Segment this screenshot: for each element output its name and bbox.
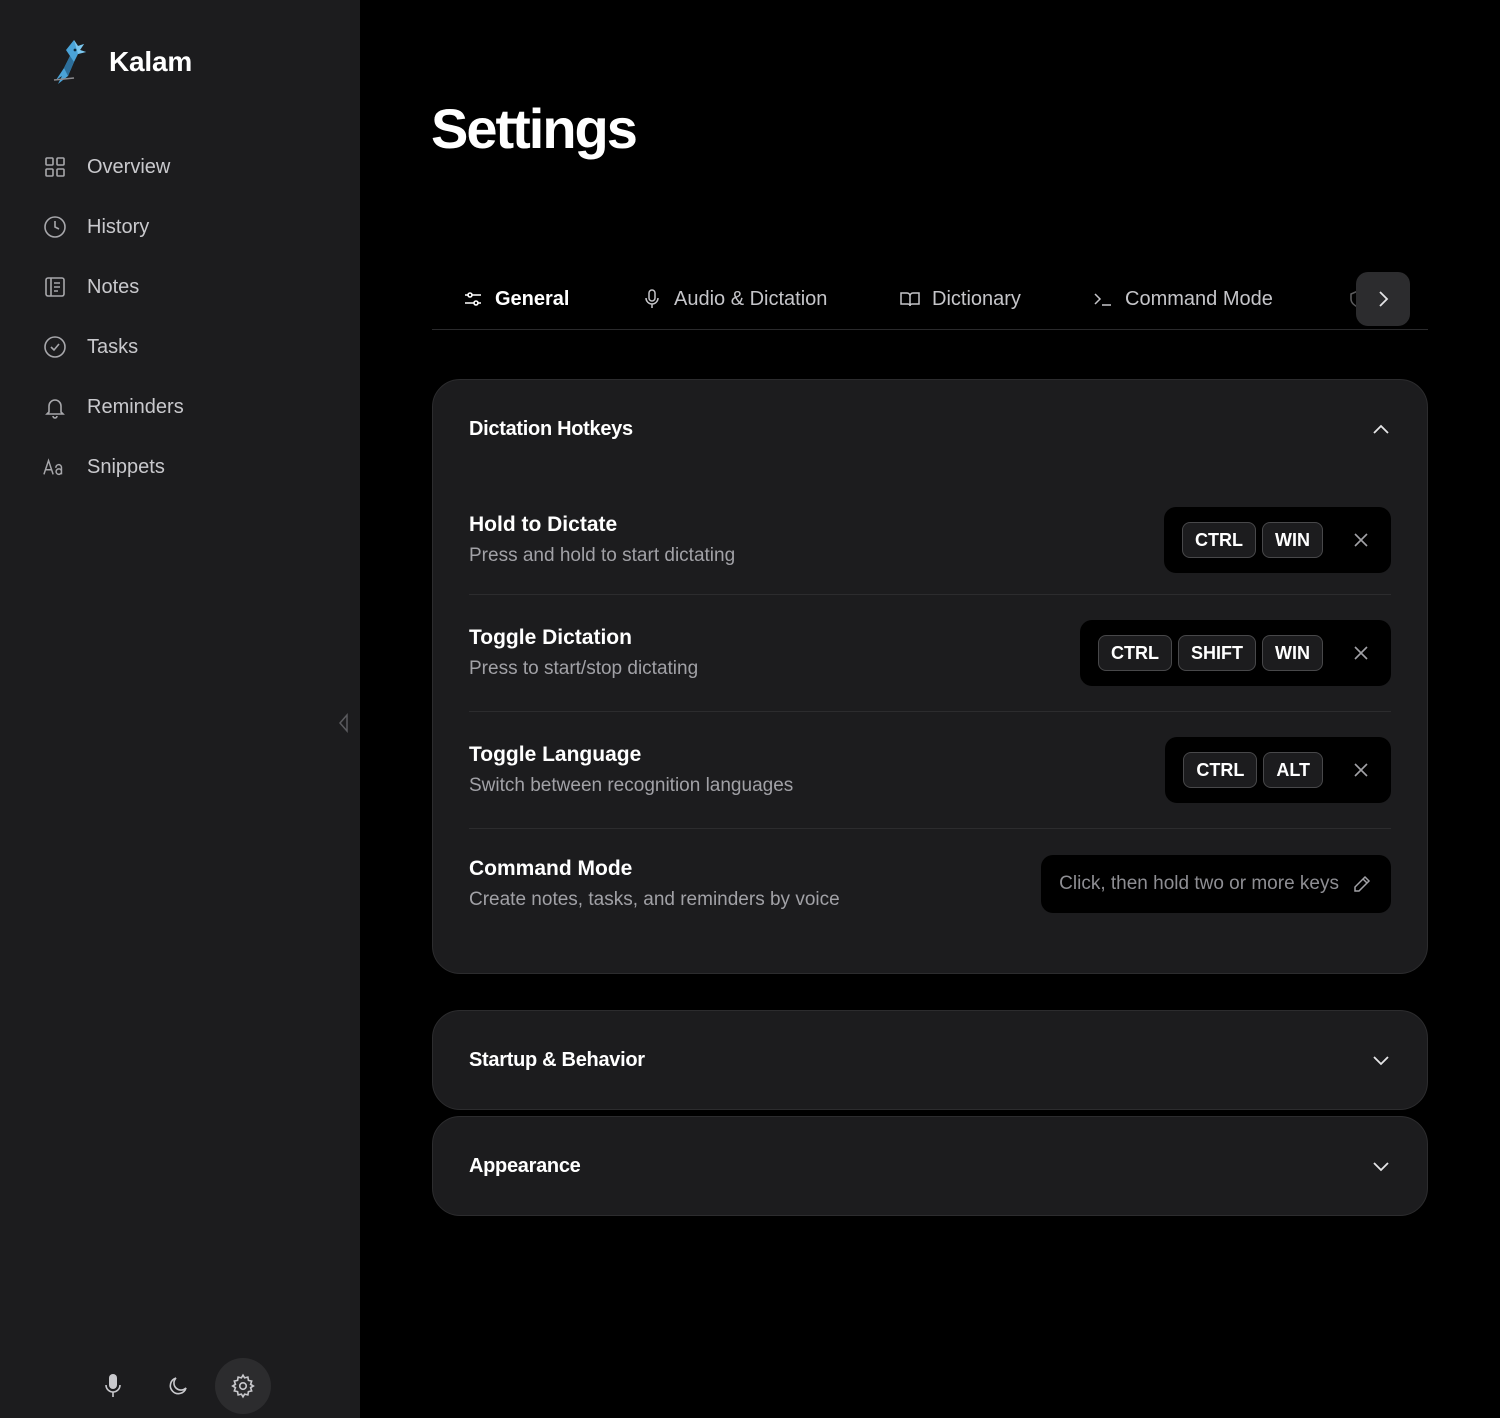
dictation-hotkeys-header[interactable]: Dictation Hotkeys xyxy=(433,380,1427,478)
appearance-card: Appearance xyxy=(432,1116,1428,1216)
hotkey-rows: Hold to Dictate Press and hold to start … xyxy=(433,478,1427,939)
sidebar-item-notes[interactable]: Notes xyxy=(0,257,360,317)
close-icon[interactable] xyxy=(1349,528,1373,552)
settings-button[interactable] xyxy=(215,1358,271,1414)
moon-icon xyxy=(169,1377,187,1395)
sidebar-item-history[interactable]: History xyxy=(0,197,360,257)
key-badge: CTRL xyxy=(1183,752,1258,788)
chevron-down-icon xyxy=(1371,1050,1391,1070)
sidebar-item-snippets[interactable]: Snippets xyxy=(0,437,360,497)
tab-audio-dictation[interactable]: Audio & Dictation xyxy=(642,268,828,329)
sidebar-nav: Overview History Notes Tasks Reminders S… xyxy=(0,137,360,497)
chevron-down-icon xyxy=(1371,1156,1391,1176)
row-description: Press and hold to start dictating xyxy=(469,545,736,566)
hotkey-row-command-mode: Command Mode Create notes, tasks, and re… xyxy=(469,829,1391,939)
hotkey-recorder[interactable]: CTRL WIN xyxy=(1164,507,1391,573)
close-icon[interactable] xyxy=(1349,641,1373,665)
row-title: Toggle Language xyxy=(469,743,642,766)
grid-icon xyxy=(43,155,67,179)
sidebar-item-tasks[interactable]: Tasks xyxy=(0,317,360,377)
row-title: Toggle Dictation xyxy=(469,626,632,649)
page-title: Settings xyxy=(431,97,638,160)
notebook-icon xyxy=(43,275,67,299)
settings-tabs: General Audio & Dictation Dictionary Com… xyxy=(432,268,1428,330)
text-case-icon xyxy=(43,455,67,479)
tab-label: General xyxy=(495,287,570,310)
row-text: Hold to Dictate Press and hold to start … xyxy=(469,513,735,567)
key-badge: WIN xyxy=(1262,522,1323,558)
close-icon[interactable] xyxy=(1349,758,1373,782)
tab-general[interactable]: General xyxy=(432,268,603,329)
row-title: Command Mode xyxy=(469,857,633,880)
sidebar-item-reminders[interactable]: Reminders xyxy=(0,377,360,437)
tab-label: Command Mode xyxy=(1125,287,1273,310)
sidebar: Kalam Overview History Notes Tasks Remin… xyxy=(0,0,360,1418)
sidebar-item-label: Overview xyxy=(87,155,171,178)
startup-behavior-header[interactable]: Startup & Behavior xyxy=(433,1011,1427,1109)
startup-behavior-card: Startup & Behavior xyxy=(432,1010,1428,1110)
hotkey-recorder-empty[interactable]: Click, then hold two or more keys xyxy=(1041,855,1391,913)
hotkey-row-toggle-dictation: Toggle Dictation Press to start/stop dic… xyxy=(469,595,1391,712)
microphone-button[interactable] xyxy=(85,1358,141,1414)
sidebar-item-overview[interactable]: Overview xyxy=(0,137,360,197)
bird-logo-icon xyxy=(53,40,86,84)
sidebar-item-label: Reminders xyxy=(87,395,184,418)
row-text: Toggle Dictation Press to start/stop dic… xyxy=(469,626,698,680)
chevron-right-icon xyxy=(1379,291,1389,307)
hotkey-recorder[interactable]: CTRL SHIFT WIN xyxy=(1080,620,1391,686)
key-badge: CTRL xyxy=(1182,522,1256,558)
hotkey-placeholder: Click, then hold two or more keys xyxy=(1059,873,1339,894)
row-title: Hold to Dictate xyxy=(469,513,618,536)
sliders-icon xyxy=(463,289,483,309)
terminal-icon xyxy=(1093,289,1113,309)
tab-dictionary[interactable]: Dictionary xyxy=(900,268,1021,329)
check-circle-icon xyxy=(43,335,67,359)
clock-icon xyxy=(43,215,67,239)
key-badge: SHIFT xyxy=(1178,635,1256,671)
pencil-icon xyxy=(1353,874,1373,894)
app-name: Kalam xyxy=(109,46,193,77)
hotkey-row-hold-to-dictate: Hold to Dictate Press and hold to start … xyxy=(469,478,1391,595)
sidebar-item-label: History xyxy=(87,215,150,238)
key-badge: ALT xyxy=(1263,752,1323,788)
row-text: Toggle Language Switch between recogniti… xyxy=(469,743,793,797)
key-badge: WIN xyxy=(1262,635,1323,671)
theme-toggle-button[interactable] xyxy=(150,1358,206,1414)
tab-label: Audio & Dictation xyxy=(674,287,828,310)
chevron-up-icon xyxy=(1371,419,1391,439)
appearance-header[interactable]: Appearance xyxy=(433,1117,1427,1215)
card-title: Dictation Hotkeys xyxy=(469,417,633,440)
row-description: Switch between recognition languages xyxy=(469,775,794,796)
sidebar-item-label: Tasks xyxy=(87,335,139,358)
key-badge: CTRL xyxy=(1098,635,1172,671)
sidebar-footer xyxy=(85,1358,280,1414)
sidebar-item-label: Snippets xyxy=(87,455,165,478)
row-description: Create notes, tasks, and reminders by vo… xyxy=(469,889,840,910)
dictation-hotkeys-card: Dictation Hotkeys Hold to Dictate Press … xyxy=(432,379,1428,974)
card-title: Startup & Behavior xyxy=(469,1048,645,1071)
card-title: Appearance xyxy=(469,1154,581,1177)
brand[interactable]: Kalam xyxy=(44,36,192,88)
microphone-icon xyxy=(642,289,662,309)
book-open-icon xyxy=(900,289,920,309)
tabs-scroll-right-button[interactable] xyxy=(1356,272,1410,326)
bell-icon xyxy=(43,395,67,419)
tab-command-mode[interactable]: Command Mode xyxy=(1093,268,1273,329)
gear-icon xyxy=(231,1373,255,1399)
hotkey-recorder[interactable]: CTRL ALT xyxy=(1165,737,1391,803)
row-description: Press to start/stop dictating xyxy=(469,658,699,679)
tab-label: Dictionary xyxy=(932,287,1021,310)
microphone-icon xyxy=(105,1374,121,1397)
hotkey-row-toggle-language: Toggle Language Switch between recogniti… xyxy=(469,712,1391,829)
triangle-left-icon[interactable] xyxy=(337,712,351,734)
row-text: Command Mode Create notes, tasks, and re… xyxy=(469,857,840,911)
sidebar-item-label: Notes xyxy=(87,275,140,298)
